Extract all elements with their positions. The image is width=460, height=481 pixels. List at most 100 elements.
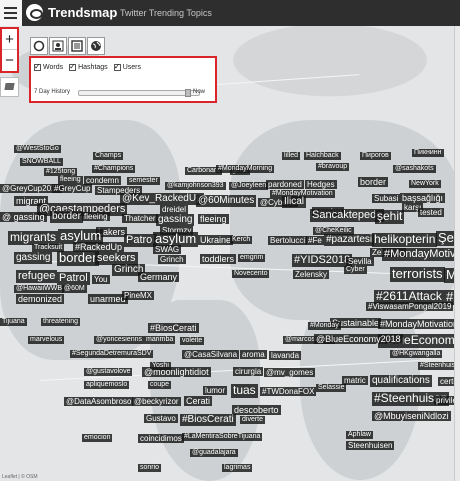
trend-tag[interactable]: Champs [93,152,124,161]
trend-tag[interactable]: @kamjohnson393 [165,182,226,191]
trend-tag[interactable]: @HKgwangalla [390,350,443,359]
layers-icon[interactable] [0,77,19,97]
trend-tag[interactable]: #YIDS2018 [292,254,353,267]
trend-tag[interactable]: Hedges [305,180,337,190]
trend-tag[interactable]: #MondayMorning [216,165,275,174]
trend-tag[interactable]: border [57,250,99,266]
trend-tag[interactable]: Subasi [372,194,401,204]
users-group-icon[interactable] [49,37,67,55]
trend-tag[interactable]: Sancaktepede [310,209,385,222]
trend-tag[interactable]: border [358,177,389,188]
zoom-in-button[interactable]: + [2,29,17,50]
trend-tag[interactable]: qualifications [370,375,432,387]
trend-tag[interactable]: @WestStoGo [14,145,61,154]
trend-tag[interactable]: coincidimos [138,434,184,444]
trend-tag[interactable]: NewYork [409,180,441,189]
trend-tag[interactable]: Grinch [158,255,186,265]
trend-tag[interactable]: @sashakots [393,165,436,174]
trend-tag[interactable]: @DataAsombroso [64,397,134,407]
trend-tag[interactable]: semester [127,177,160,186]
trend-tag[interactable]: terrorists [390,266,445,282]
trend-tag[interactable]: #MondayMotiva [382,248,460,261]
trend-tag[interactable]: Thatcher [122,214,158,224]
trend-tag[interactable]: gassing [14,252,53,264]
trend-tag[interactable]: Ukraine [198,235,234,246]
scrollbar[interactable] [454,26,460,481]
trend-tag[interactable]: @Joeyleen [229,182,269,191]
trend-tag[interactable]: emgrim [238,254,266,263]
trend-tag[interactable]: #LaMentiraSobreTijuana [182,433,263,442]
trend-tag[interactable]: @guadalajara [190,449,238,458]
trend-tag[interactable]: #BiosCerati [148,323,199,334]
trend-tag[interactable]: @mv_gomes [264,368,316,378]
trend-tag[interactable]: migrants [8,230,59,245]
trend-tag[interactable]: PineMX [122,291,155,301]
trend-tag[interactable]: #pazartesi [324,234,375,246]
trend-tag[interactable]: fleeing [198,214,229,225]
trend-tag[interactable]: Tijuana [0,318,27,327]
trend-tag[interactable]: şehit [375,209,405,224]
trend-tag[interactable]: @Kev_RackedUp [120,193,204,205]
trend-tag[interactable]: @60M [62,285,87,294]
trend-tag[interactable]: Bertolucci [268,236,308,246]
trend-tag[interactable]: gassing [156,214,195,226]
trend-tag[interactable]: aroma [240,350,267,360]
trend-tag[interactable]: refugee [16,270,58,283]
trend-tag[interactable]: diverte [240,416,266,425]
words-filter[interactable]: Words [34,62,63,71]
trend-tag[interactable]: #SegundaDetremuraSDV [70,350,154,359]
trend-tag[interactable]: başsağlığı [400,193,446,204]
trend-tag[interactable]: Пирогов [360,152,391,161]
trend-tag[interactable]: Novecento [232,270,270,279]
trend-tag[interactable]: Sevilla [346,257,374,267]
trend-tag[interactable]: Steenhuisen [346,441,395,451]
trend-tag[interactable]: Aphlaw [346,431,373,440]
menu-icon[interactable] [0,0,22,26]
trend-tag[interactable]: seekers [95,252,138,265]
users-checkbox[interactable] [113,62,121,71]
trend-tag[interactable]: fleeing [82,212,110,222]
trend-tag[interactable]: Patrol [57,272,90,285]
trend-tag[interactable]: @yoncesienns [94,336,145,345]
trend-tag[interactable]: Zelensky [293,270,330,280]
trend-tag[interactable]: Selassie [316,384,347,393]
trend-tag[interactable]: tuas [231,383,258,398]
trend-tag[interactable]: #Monday [308,322,341,331]
trend-tag[interactable]: #ViswasamPongal2019 [366,302,454,312]
trend-tag[interactable]: @MbuyiseniNdlozi [372,411,451,422]
history-slider-thumb[interactable] [185,89,192,97]
trend-tag[interactable]: lilled [282,152,301,161]
trend-tag[interactable]: You [92,275,110,285]
trend-tag[interactable]: @60Minutes [196,195,257,207]
trend-tag[interactable]: Пикнинн [412,149,444,158]
grid-icon[interactable] [68,37,86,55]
hashtags-checkbox[interactable] [69,62,77,71]
trend-tag[interactable]: helikopterin [372,232,438,247]
trend-tag[interactable]: #Champions [92,165,136,174]
trend-tag[interactable]: Kerch [230,236,253,245]
trend-tag[interactable]: marimba [144,336,176,345]
history-slider[interactable] [78,89,200,97]
circle-icon[interactable] [30,37,48,55]
trend-tag[interactable]: descoberto [232,405,281,416]
trend-tag[interactable]: Germany [138,272,180,283]
hashtags-filter[interactable]: Hashtags [69,62,108,71]
trend-tag[interactable]: threatening [41,318,81,327]
trend-tag[interactable]: lumor [203,386,228,396]
trend-tag[interactable]: demonized [16,294,65,305]
zoom-out-button[interactable]: − [2,50,17,71]
trend-tag[interactable]: Gustavo [144,414,178,424]
trend-tag[interactable]: tested [418,208,444,218]
words-checkbox[interactable] [34,62,41,71]
trend-tag[interactable]: @CasaSilvana [182,350,240,360]
trend-tag[interactable]: dreidel [160,205,189,215]
trend-tag[interactable]: #125tong [44,168,78,177]
trend-tag[interactable]: #GreyCup [52,184,93,194]
trend-tag[interactable]: @BlueEconomy2018 [314,334,403,345]
trend-tag[interactable]: #MondayMotivation [378,319,460,330]
trend-tag[interactable]: coupe [148,381,172,390]
trend-tag[interactable]: toddlers [200,254,237,265]
trend-tag[interactable]: apliquemoslo [84,381,130,390]
trend-tag[interactable]: #BiosCerati [180,414,236,426]
trend-tag[interactable]: #Fe [306,236,324,246]
